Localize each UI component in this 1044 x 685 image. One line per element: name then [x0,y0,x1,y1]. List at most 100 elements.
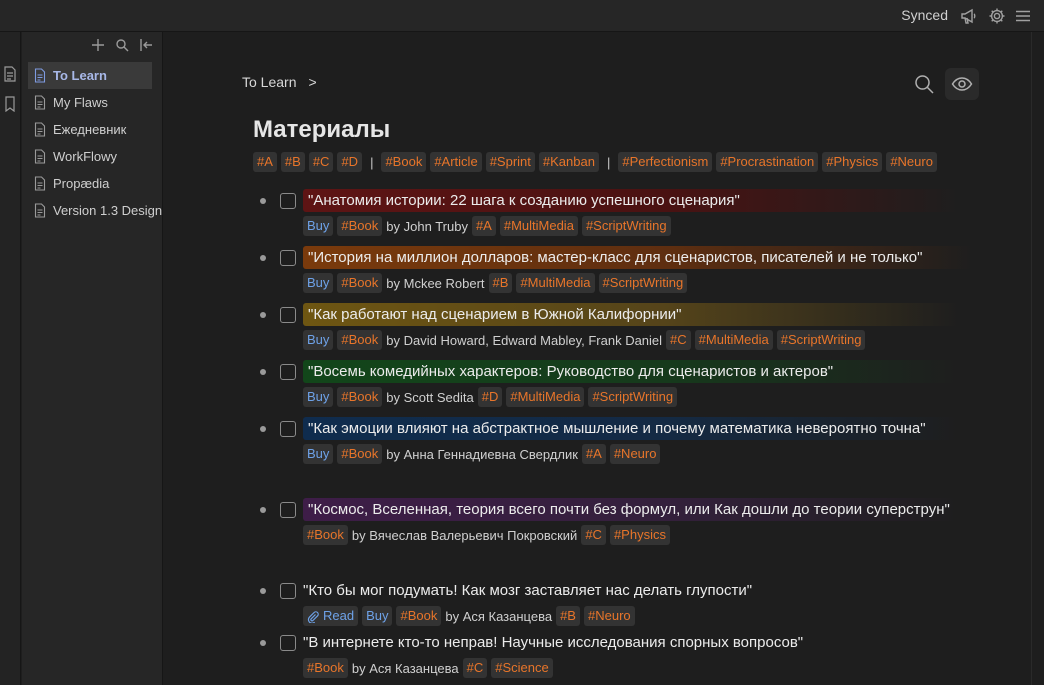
list-item: "Анатомия истории: 22 шага к созданию ус… [260,189,980,236]
tag[interactable]: #B [280,152,305,172]
tag[interactable]: #Book [337,216,383,236]
bullet-icon[interactable] [260,640,266,646]
tag[interactable]: #Book [337,444,383,464]
breadcrumb: To Learn > [242,74,317,90]
tag[interactable]: #Procrastination [716,152,819,172]
tag[interactable]: #B [556,606,580,626]
tag[interactable]: #Book [337,387,383,407]
tag[interactable]: #ScriptWriting [598,273,688,293]
tag[interactable]: #B [488,273,513,293]
tag[interactable]: #Book [303,658,348,678]
tag[interactable]: #Physics [822,152,883,172]
collapse-icon[interactable] [138,36,154,54]
buy-link[interactable]: Buy [303,216,334,236]
scrollbar[interactable] [1031,32,1044,685]
tag[interactable]: #ScriptWriting [776,330,866,350]
gear-icon[interactable] [988,7,1006,25]
task-checkbox[interactable] [280,635,296,651]
bullet-icon[interactable] [260,426,266,432]
tag[interactable]: #MultiMedia [506,387,585,407]
tag[interactable]: #ScriptWriting [588,387,678,407]
tag[interactable]: #Perfectionism [618,152,713,172]
tag[interactable]: #Article [430,152,482,172]
task-checkbox[interactable] [280,193,296,209]
megaphone-icon[interactable] [960,7,978,25]
tag[interactable]: #MultiMedia [516,273,595,293]
sidebar-list: To Learn My Flaws Ежедневник WorkFlowy P… [28,62,162,224]
tag[interactable]: #Neuro [886,152,937,172]
tag[interactable]: #D [337,152,363,172]
item-title[interactable]: "Восемь комедийных характеров: Руководст… [303,360,959,383]
buy-link[interactable]: Buy [303,387,334,407]
sidebar-item-propaedia[interactable]: Propædia [28,170,152,197]
bullet-icon[interactable] [260,312,266,318]
tag[interactable]: #Book [303,525,348,545]
task-checkbox[interactable] [280,583,296,599]
menu-icon[interactable] [1014,7,1032,25]
bullet-icon[interactable] [260,588,266,594]
item-title[interactable]: "Как работают над сценарием в Южной Кали… [303,303,959,326]
sidebar-toolbar [90,36,154,54]
tag[interactable]: #Kanban [538,152,599,172]
tag[interactable]: #Physics [609,525,670,545]
tag[interactable]: #Neuro [609,444,661,464]
bullet-icon[interactable] [260,369,266,375]
buy-link[interactable]: Buy [303,444,334,464]
tag[interactable]: #A [581,444,606,464]
tag[interactable]: #MultiMedia [499,216,578,236]
sidebar-item-label: Version 1.3 Design [53,203,163,218]
tag[interactable]: #Book [337,330,383,350]
list-item: "В интернете кто-то неправ! Научные иссл… [260,631,980,678]
sidebar-item-label: Propædia [53,176,110,191]
task-checkbox[interactable] [280,307,296,323]
item-title[interactable]: "Кто бы мог подумать! Как мозг заставляе… [303,579,980,602]
tag[interactable]: #Sprint [485,152,535,172]
breadcrumb-parent[interactable]: To Learn [242,74,296,90]
sidebar-item-my-flaws[interactable]: My Flaws [28,89,152,116]
item-title[interactable]: "Космос, Вселенная, теория всего почти б… [303,498,959,521]
item-title[interactable]: "Как эмоции влияют на абстрактное мышлен… [303,417,959,440]
item-title[interactable]: "История на миллион долларов: мастер-кла… [303,246,973,269]
task-checkbox[interactable] [280,502,296,518]
tag[interactable]: #Neuro [583,606,635,626]
task-checkbox[interactable] [280,421,296,437]
tag[interactable]: #A [471,216,496,236]
top-bar: Synced [0,0,1044,32]
sidebar-item-workflowy[interactable]: WorkFlowy [28,143,152,170]
tag[interactable]: #Book [396,606,442,626]
sidebar-item-label: WorkFlowy [53,149,118,164]
tag[interactable]: #D [477,387,503,407]
sidebar-item-version-design[interactable]: Version 1.3 Design [28,197,162,224]
plus-icon[interactable] [90,36,106,54]
bookmark-icon[interactable] [3,96,17,112]
file-explorer-icon[interactable] [3,66,17,82]
sidebar-item-to-learn[interactable]: To Learn [28,62,152,89]
bullet-icon[interactable] [260,507,266,513]
tag[interactable]: #C [308,152,334,172]
tag[interactable]: #Book [381,152,427,172]
tag[interactable]: #A [253,152,277,172]
task-checkbox[interactable] [280,250,296,266]
item-title[interactable]: "В интернете кто-то неправ! Научные иссл… [303,631,980,654]
tag[interactable]: #C [581,525,606,545]
item-title[interactable]: "Анатомия истории: 22 шага к созданию ус… [303,189,959,212]
buy-link[interactable]: Buy [362,606,393,626]
buy-link[interactable]: Buy [303,273,334,293]
eye-icon[interactable] [945,68,979,100]
sidebar-item-diary[interactable]: Ежедневник [28,116,152,143]
tag[interactable]: #Book [337,273,383,293]
tag[interactable]: #ScriptWriting [581,216,671,236]
bullet-icon[interactable] [260,255,266,261]
search-icon[interactable] [114,36,130,54]
bullet-icon[interactable] [260,198,266,204]
tag[interactable]: #Science [491,658,553,678]
buy-link[interactable]: Buy [303,330,334,350]
search-icon[interactable] [907,68,941,100]
tag[interactable]: #C [666,330,691,350]
tag[interactable]: #C [462,658,488,678]
task-checkbox[interactable] [280,364,296,380]
read-link[interactable]: Read [303,606,359,626]
tag[interactable]: #MultiMedia [694,330,773,350]
document-icon [34,149,46,164]
item-author: by David Howard, Edward Mabley, Frank Da… [386,332,663,348]
